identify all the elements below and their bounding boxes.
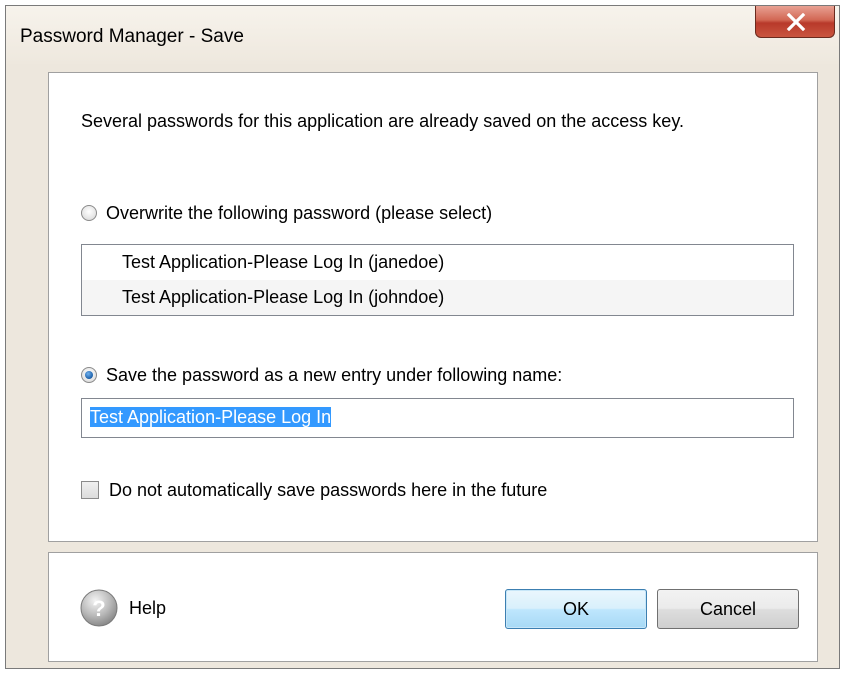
question-mark-icon[interactable]: ? (79, 588, 119, 628)
dialog-window: Password Manager - Save Several password… (5, 5, 840, 669)
ok-button[interactable]: OK (505, 589, 647, 629)
button-panel: ? Help OK Cancel (48, 552, 818, 662)
no-autosave-option[interactable]: Do not automatically save passwords here… (81, 478, 547, 502)
overwrite-label: Overwrite the following password (please… (106, 202, 493, 223)
entry-name-input[interactable]: Test Application-Please Log In (81, 398, 794, 438)
password-list[interactable]: Test Application-Please Log In (janedoe)… (81, 244, 794, 316)
new-entry-radio[interactable] (81, 367, 97, 383)
close-button[interactable] (755, 6, 835, 38)
list-item[interactable]: Test Application-Please Log In (johndoe) (82, 280, 793, 315)
title-bar[interactable]: Password Manager - Save (6, 6, 839, 64)
content-panel: Several passwords for this application a… (48, 72, 818, 542)
cancel-button[interactable]: Cancel (657, 589, 799, 629)
intro-text: Several passwords for this application a… (81, 111, 684, 131)
overwrite-radio[interactable] (81, 205, 97, 221)
close-icon (786, 13, 806, 31)
no-autosave-label: Do not automatically save passwords here… (109, 479, 548, 500)
entry-name-value: Test Application-Please Log In (90, 407, 332, 427)
new-entry-label: Save the password as a new entry under f… (106, 364, 563, 385)
window-title: Password Manager - Save (20, 26, 244, 47)
new-entry-option[interactable]: Save the password as a new entry under f… (81, 363, 562, 387)
no-autosave-checkbox[interactable] (81, 481, 99, 499)
overwrite-option[interactable]: Overwrite the following password (please… (81, 201, 492, 225)
svg-text:?: ? (92, 596, 105, 621)
list-item[interactable]: Test Application-Please Log In (janedoe) (82, 245, 793, 280)
help-link[interactable]: Help (129, 598, 166, 619)
